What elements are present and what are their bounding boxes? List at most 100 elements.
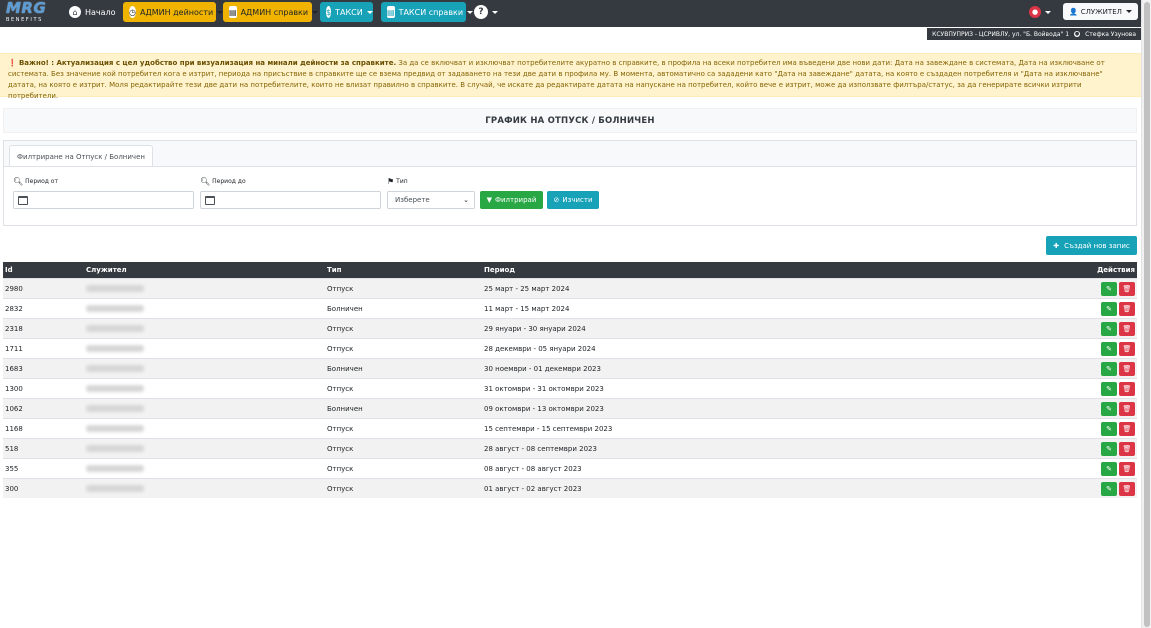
leave-table: Id Служител Тип Период Действия 2980 Отпу… xyxy=(3,262,1137,498)
type-select-value: Изберете xyxy=(395,196,430,204)
period-from-input[interactable] xyxy=(13,191,194,209)
filter-card: Филтриране на Отпуск / Болничен 🔍︎ Перио… xyxy=(3,140,1137,226)
cell-actions: ✎ 🗑︎ xyxy=(1099,319,1135,338)
edit-button[interactable]: ✎ xyxy=(1101,441,1117,456)
cell-period: 30 ноември - 01 декември 2023 xyxy=(484,364,601,373)
tab-filter[interactable]: Филтриране на Отпуск / Болничен xyxy=(9,145,153,167)
clear-button[interactable]: ⊘ Изчисти xyxy=(547,191,599,209)
header-actions: Действия xyxy=(1097,266,1135,274)
nav-employee-dropdown[interactable]: 👤 СЛУЖИТЕЛ xyxy=(1063,3,1138,20)
warning-alert: ❗ Важно! : Актуализация с цел удобство п… xyxy=(0,53,1141,100)
type-label: ⚑ Тип xyxy=(387,177,408,186)
user-icon: 👤 xyxy=(1069,7,1078,16)
mrg-benefits-logo[interactable]: MRG BENEFITS xyxy=(6,1,58,25)
edit-button[interactable]: ✎ xyxy=(1101,461,1117,476)
nav-home-label: Начало xyxy=(85,7,116,17)
delete-button[interactable]: 🗑︎ xyxy=(1119,321,1135,336)
delete-button[interactable]: 🗑︎ xyxy=(1119,361,1135,376)
delete-button[interactable]: 🗑︎ xyxy=(1119,441,1135,456)
cell-type: Отпуск xyxy=(327,484,354,493)
cell-period: 08 август - 08 август 2023 xyxy=(484,464,582,473)
nav-employee-label: СЛУЖИТЕЛ xyxy=(1080,7,1122,16)
cell-employee xyxy=(86,359,144,378)
type-select[interactable]: Изберете ⌄ xyxy=(387,191,475,209)
create-new-record-button[interactable]: ✚ Създай нов запис xyxy=(1046,236,1137,255)
blurred-employee-name xyxy=(86,365,144,372)
table-row: 1711 Отпуск 28 декември - 05 януари 2024 ✎ 🗑… xyxy=(3,338,1137,358)
table-row: 1683 Болничен 30 ноември - 01 декември 202… xyxy=(3,358,1137,378)
cell-employee xyxy=(86,279,144,298)
edit-button[interactable]: ✎ xyxy=(1101,401,1117,416)
delete-button[interactable]: 🗑︎ xyxy=(1119,421,1135,436)
nav-notifications-dropdown[interactable]: ● xyxy=(1027,2,1053,22)
edit-button[interactable]: ✎ xyxy=(1101,321,1117,336)
cell-type: Болничен xyxy=(327,364,363,373)
pencil-icon: ✎ xyxy=(1106,304,1112,313)
plus-icon: ✚ xyxy=(1053,241,1060,250)
nav-home[interactable]: ⌂ Начало xyxy=(66,2,122,22)
period-to-input[interactable] xyxy=(200,191,381,209)
trash-icon: 🗑︎ xyxy=(1122,404,1132,413)
delete-button[interactable]: 🗑︎ xyxy=(1119,481,1135,496)
tab-filter-label: Филтриране на Отпуск / Болничен xyxy=(17,152,145,161)
blurred-employee-name xyxy=(86,465,144,472)
cell-id: 355 xyxy=(5,464,19,473)
delete-button[interactable]: 🗑︎ xyxy=(1119,401,1135,416)
cell-actions: ✎ 🗑︎ xyxy=(1099,459,1135,478)
document-icon: ▤ xyxy=(229,6,237,18)
pencil-icon: ✎ xyxy=(1106,344,1112,353)
header-employee[interactable]: Служител xyxy=(86,262,127,278)
delete-button[interactable]: 🗑︎ xyxy=(1119,381,1135,396)
trash-icon: 🗑︎ xyxy=(1122,364,1132,373)
vertical-scrollbar[interactable] xyxy=(1141,0,1151,628)
header-id[interactable]: Id xyxy=(5,262,13,278)
trash-icon: 🗑︎ xyxy=(1122,444,1132,453)
pencil-icon: ✎ xyxy=(1106,324,1112,333)
edit-button[interactable]: ✎ xyxy=(1101,301,1117,316)
nav-fee-reports-dropdown[interactable]: ▤ ТАКСИ справки xyxy=(381,2,474,22)
cell-period: 11 март - 15 март 2024 xyxy=(484,304,570,313)
nav-fees-dropdown[interactable]: $ ТАКСИ xyxy=(320,2,373,22)
blurred-employee-name xyxy=(86,325,144,332)
filter-button[interactable]: ▼ Филтрирай xyxy=(480,191,543,209)
cell-id: 1062 xyxy=(5,404,23,413)
edit-button[interactable]: ✎ xyxy=(1101,361,1117,376)
home-icon: ⌂ xyxy=(69,6,81,18)
cell-employee xyxy=(86,419,144,438)
period-from-label-text: Период от xyxy=(25,178,58,185)
scrollbar-thumb[interactable] xyxy=(1144,2,1150,627)
table-row: 1168 Отпуск 15 септември - 15 септември 20… xyxy=(3,418,1137,438)
edit-button[interactable]: ✎ xyxy=(1101,421,1117,436)
blurred-employee-name xyxy=(86,405,144,412)
delete-button[interactable]: 🗑︎ xyxy=(1119,461,1135,476)
filter-icon: ▼ xyxy=(486,196,492,204)
cell-type: Отпуск xyxy=(327,444,354,453)
edit-button[interactable]: ✎ xyxy=(1101,341,1117,356)
table-row: 1062 Болничен 09 октомври - 13 октомври 20… xyxy=(3,398,1137,418)
edit-button[interactable]: ✎ xyxy=(1101,481,1117,496)
cell-type: Отпуск xyxy=(327,284,354,293)
trash-icon: 🗑︎ xyxy=(1122,344,1132,353)
cell-period: 28 август - 08 септември 2023 xyxy=(484,444,597,453)
page: MRG BENEFITS ⌂ Начало ◷ АДМИН дейности ▤… xyxy=(0,0,1151,628)
nav-help-dropdown[interactable]: ? xyxy=(472,2,500,22)
nav-admin-activities-dropdown[interactable]: ◷ АДМИН дейности xyxy=(123,2,224,22)
cell-employee xyxy=(86,439,144,458)
cell-actions: ✎ 🗑︎ xyxy=(1099,379,1135,398)
delete-button[interactable]: 🗑︎ xyxy=(1119,301,1135,316)
cell-type: Отпуск xyxy=(327,344,354,353)
table-header: Id Служител Тип Период Действия xyxy=(3,262,1137,278)
nav-admin-reports-dropdown[interactable]: ▤ АДМИН справки xyxy=(223,2,319,22)
cell-period: 28 декември - 05 януари 2024 xyxy=(484,344,596,353)
question-icon: ? xyxy=(474,5,488,19)
header-type[interactable]: Тип xyxy=(327,262,342,278)
nav-fees-label: ТАКСИ xyxy=(335,7,363,17)
delete-button[interactable]: 🗑︎ xyxy=(1119,341,1135,356)
edit-button[interactable]: ✎ xyxy=(1101,381,1117,396)
pencil-icon: ✎ xyxy=(1106,444,1112,453)
cell-type: Отпуск xyxy=(327,464,354,473)
cell-actions: ✎ 🗑︎ xyxy=(1099,399,1135,418)
header-period[interactable]: Период xyxy=(484,262,515,278)
edit-button[interactable]: ✎ xyxy=(1101,281,1117,296)
delete-button[interactable]: 🗑︎ xyxy=(1119,281,1135,296)
